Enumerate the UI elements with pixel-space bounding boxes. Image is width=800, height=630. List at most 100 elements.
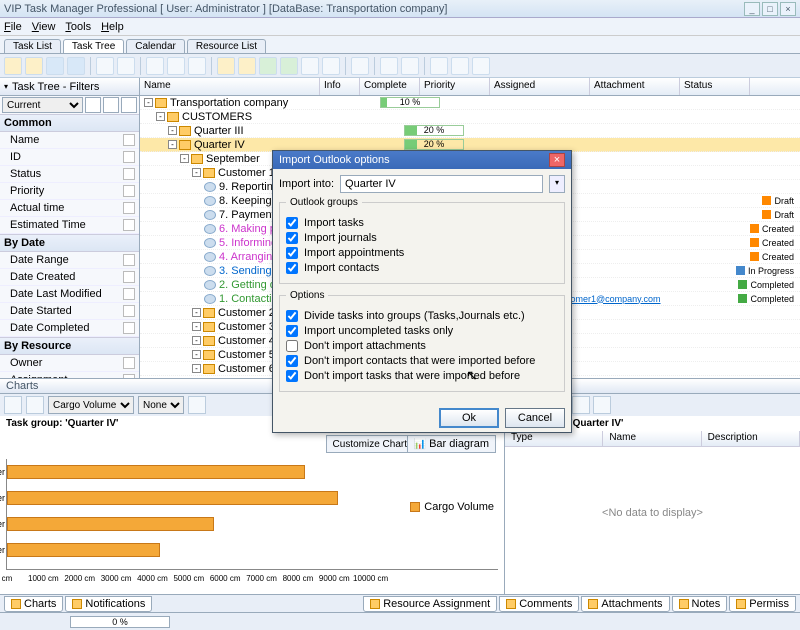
tool-grid-icon[interactable] bbox=[401, 57, 419, 75]
tool-new-folder-icon[interactable] bbox=[4, 57, 22, 75]
col-status[interactable]: Status bbox=[680, 78, 750, 95]
btab-charts[interactable]: Charts bbox=[4, 596, 63, 612]
customize-chart-button[interactable]: Customize Chart bbox=[326, 435, 414, 453]
chart-tool2-icon[interactable] bbox=[26, 396, 44, 414]
chart-field-select[interactable]: Cargo Volume bbox=[48, 396, 134, 414]
rtool5-icon[interactable] bbox=[593, 396, 611, 414]
tool-new-subfolder-icon[interactable] bbox=[25, 57, 43, 75]
tool-redo-icon[interactable] bbox=[280, 57, 298, 75]
menu-help[interactable]: Help bbox=[101, 21, 124, 33]
chk-import-appointments[interactable] bbox=[286, 247, 298, 259]
filter-item[interactable]: Date Completed bbox=[0, 320, 139, 337]
menu-file[interactable]: FFileile bbox=[4, 21, 22, 33]
col-assigned[interactable]: Assigned bbox=[490, 78, 590, 95]
chart-tool1-icon[interactable] bbox=[4, 396, 22, 414]
tool-export-icon[interactable] bbox=[430, 57, 448, 75]
rcol-desc[interactable]: Description bbox=[702, 431, 800, 446]
main-toolbar bbox=[0, 54, 800, 78]
chk-uncompleted-only[interactable] bbox=[286, 325, 298, 337]
filter-item[interactable]: ID bbox=[0, 149, 139, 166]
tool-copy-icon[interactable] bbox=[167, 57, 185, 75]
filter-item[interactable]: Date Created bbox=[0, 269, 139, 286]
filter-item[interactable]: Owner bbox=[0, 355, 139, 372]
chk-no-attachments[interactable] bbox=[286, 340, 298, 352]
ok-button[interactable]: Ok bbox=[439, 408, 499, 428]
chk-import-tasks[interactable] bbox=[286, 217, 298, 229]
chart-refresh-icon[interactable] bbox=[188, 396, 206, 414]
col-complete[interactable]: Complete bbox=[360, 78, 420, 95]
filter-group[interactable]: By Date bbox=[0, 234, 139, 252]
tree-row[interactable]: -CUSTOMERS bbox=[140, 110, 800, 124]
filter-item[interactable]: Name bbox=[0, 132, 139, 149]
tool-import-icon[interactable] bbox=[451, 57, 469, 75]
col-priority[interactable]: Priority bbox=[420, 78, 490, 95]
btab-attachments[interactable]: Attachments bbox=[581, 596, 669, 612]
filter-save-icon[interactable] bbox=[85, 97, 101, 113]
filter-item[interactable]: Status bbox=[0, 166, 139, 183]
tree-row[interactable]: -Quarter III20 % bbox=[140, 124, 800, 138]
maximize-button[interactable]: □ bbox=[762, 2, 778, 16]
chart-xtick: 9000 cm bbox=[319, 574, 350, 583]
filter-item[interactable]: Date Range bbox=[0, 252, 139, 269]
filter-item[interactable]: Assignment bbox=[0, 372, 139, 378]
filter-item[interactable]: Estimated Time bbox=[0, 217, 139, 234]
tool-delete-icon[interactable] bbox=[117, 57, 135, 75]
chart-filter-select[interactable]: None bbox=[138, 396, 184, 414]
tree-row[interactable]: -Transportation company10 % bbox=[140, 96, 800, 110]
tool-filter2-icon[interactable] bbox=[238, 57, 256, 75]
menu-tools[interactable]: Tools bbox=[65, 21, 91, 33]
col-name[interactable]: Name bbox=[140, 78, 320, 95]
btab-resource[interactable]: Resource Assignment bbox=[363, 596, 497, 612]
btab-comments[interactable]: Comments bbox=[499, 596, 579, 612]
tool-link-icon[interactable] bbox=[351, 57, 369, 75]
tool-expand-icon[interactable] bbox=[301, 57, 319, 75]
filter-group[interactable]: Common bbox=[0, 114, 139, 132]
import-outlook-dialog: Import Outlook options× Import into: ▾ O… bbox=[272, 150, 572, 433]
tool-paste-icon[interactable] bbox=[188, 57, 206, 75]
filter-item[interactable]: Priority bbox=[0, 183, 139, 200]
btab-notifications[interactable]: Notifications bbox=[65, 596, 152, 612]
current-filter-select[interactable]: Current bbox=[2, 97, 83, 113]
rcol-name[interactable]: Name bbox=[603, 431, 701, 446]
btab-notes[interactable]: Notes bbox=[672, 596, 728, 612]
tab-calendar[interactable]: Calendar bbox=[126, 39, 185, 53]
filter-group[interactable]: By Resource bbox=[0, 337, 139, 355]
chk-import-journals[interactable] bbox=[286, 232, 298, 244]
tool-sync-icon[interactable] bbox=[472, 57, 490, 75]
filter-item[interactable]: Date Started bbox=[0, 303, 139, 320]
tab-tasktree[interactable]: Task Tree bbox=[63, 39, 124, 53]
tool-edit-icon[interactable] bbox=[96, 57, 114, 75]
menu-view[interactable]: View bbox=[32, 21, 56, 33]
dialog-close-icon[interactable]: × bbox=[549, 153, 565, 167]
chk-divide-groups[interactable] bbox=[286, 310, 298, 322]
col-info[interactable]: Info bbox=[320, 78, 360, 95]
filter-item[interactable]: Actual time bbox=[0, 200, 139, 217]
tab-tasklist[interactable]: Task List bbox=[4, 39, 61, 53]
chk-no-dup-contacts[interactable] bbox=[286, 355, 298, 367]
no-data-label: <No data to display> bbox=[505, 507, 800, 519]
tool-cut-icon[interactable] bbox=[146, 57, 164, 75]
chk-import-contacts[interactable] bbox=[286, 262, 298, 274]
import-into-dropdown-icon[interactable]: ▾ bbox=[549, 175, 565, 193]
filter-clear-icon[interactable] bbox=[103, 97, 119, 113]
btab-permissions[interactable]: Permiss bbox=[729, 596, 796, 612]
rtool4-icon[interactable] bbox=[572, 396, 590, 414]
tab-resourcelist[interactable]: Resource List bbox=[187, 39, 266, 53]
col-attachment[interactable]: Attachment bbox=[590, 78, 680, 95]
tool-new-task-icon[interactable] bbox=[46, 57, 64, 75]
minimize-button[interactable]: _ bbox=[744, 2, 760, 16]
tool-filter-icon[interactable] bbox=[217, 57, 235, 75]
bar-diagram-button[interactable]: 📊 Bar diagram bbox=[407, 435, 496, 453]
rcol-type[interactable]: Type bbox=[505, 431, 603, 446]
tool-new-subtask-icon[interactable] bbox=[67, 57, 85, 75]
close-button[interactable]: × bbox=[780, 2, 796, 16]
chk-no-dup-tasks[interactable] bbox=[286, 370, 298, 382]
cancel-button[interactable]: Cancel bbox=[505, 408, 565, 428]
chart-bar bbox=[7, 543, 160, 557]
import-into-input[interactable] bbox=[340, 175, 543, 193]
filter-item[interactable]: Date Last Modified bbox=[0, 286, 139, 303]
tool-undo-icon[interactable] bbox=[259, 57, 277, 75]
tool-print-icon[interactable] bbox=[380, 57, 398, 75]
filter-apply-icon[interactable] bbox=[121, 97, 137, 113]
tool-collapse-icon[interactable] bbox=[322, 57, 340, 75]
